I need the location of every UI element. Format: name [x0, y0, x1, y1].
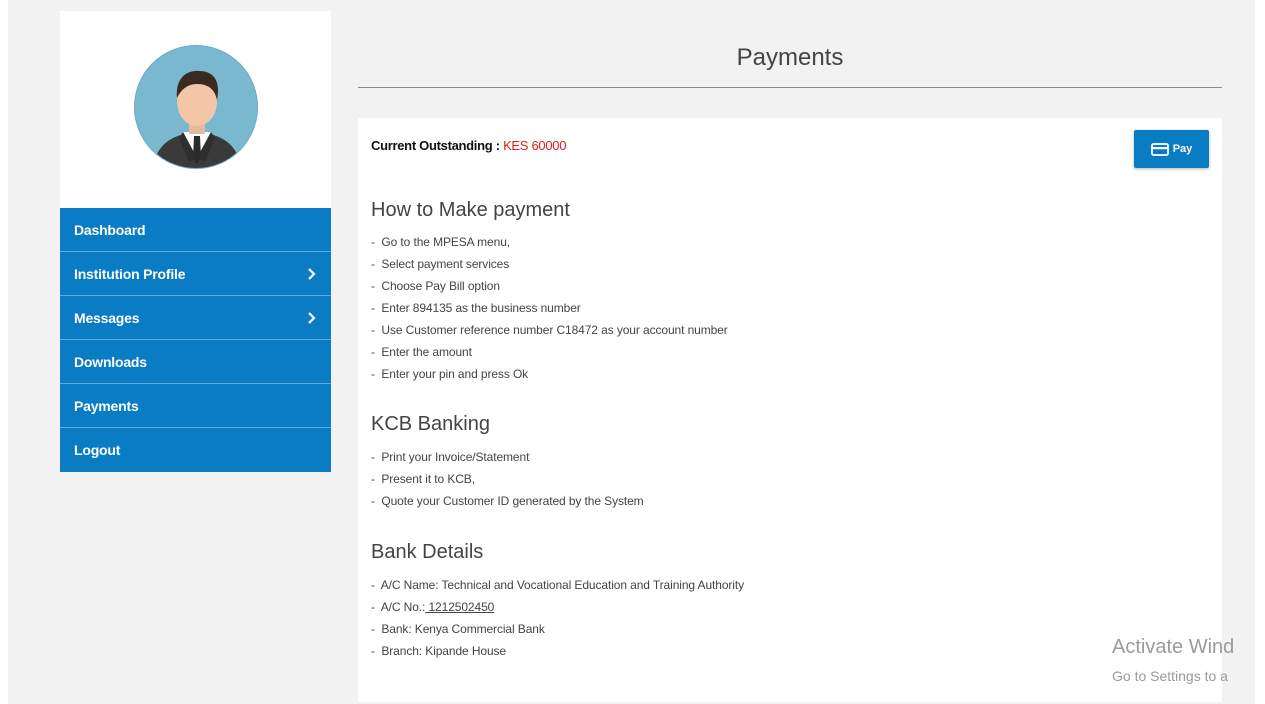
sidebar-item-downloads[interactable]: Downloads [60, 340, 331, 384]
list-item: Enter the amount [371, 341, 728, 363]
outstanding-label: Current Outstanding : [371, 138, 500, 153]
bank-name: Bank: Kenya Commercial Bank [371, 618, 744, 640]
list-item: Go to the MPESA menu, [371, 231, 728, 253]
account-name: A/C Name: Technical and Vocational Educa… [371, 574, 744, 596]
list-item: Present it to KCB, [371, 468, 644, 490]
page-title: Payments [736, 44, 844, 71]
kcb-steps: Print your Invoice/Statement Present it … [371, 446, 644, 512]
credit-card-icon [1150, 142, 1169, 156]
sidebar-nav: Dashboard Institution Profile Messages D… [60, 208, 331, 472]
list-item: Enter your pin and press Ok [371, 363, 728, 385]
list-item: Use Customer reference number C18472 as … [371, 319, 727, 341]
sidebar-item-payments[interactable]: Payments [60, 384, 331, 428]
sidebar-item-label: Institution Profile [74, 265, 186, 282]
current-outstanding: Current Outstanding : KES 60000 [371, 138, 566, 153]
account-number-value: 1212502450 [425, 600, 495, 614]
user-avatar-icon [134, 45, 258, 169]
pay-button[interactable]: Pay [1134, 130, 1209, 168]
chevron-right-icon [308, 311, 316, 324]
mpesa-steps: Go to the MPESA menu, Select payment ser… [371, 231, 728, 385]
account-number: A/C No.: 1212502450 [371, 596, 744, 618]
sidebar-item-institution-profile[interactable]: Institution Profile [60, 252, 331, 296]
list-item: Choose Pay Bill option [371, 275, 728, 297]
sidebar-item-label: Dashboard [74, 221, 146, 238]
profile-box [60, 11, 331, 208]
sidebar: Dashboard Institution Profile Messages D… [60, 11, 331, 472]
sidebar-item-logout[interactable]: Logout [60, 428, 331, 472]
bank-section-title: Bank Details [371, 541, 484, 563]
payment-card: Current Outstanding : KES 60000 Pay How … [358, 118, 1222, 702]
bank-details: A/C Name: Technical and Vocational Educa… [371, 574, 744, 662]
list-item: Print your Invoice/Statement [371, 446, 644, 468]
sidebar-item-label: Messages [74, 309, 140, 326]
kcb-section-title: KCB Banking [371, 413, 490, 435]
sidebar-item-messages[interactable]: Messages [60, 296, 331, 340]
list-item: Quote your Customer ID generated by the … [371, 490, 643, 512]
list-item: Select payment services [371, 253, 728, 275]
activate-windows-watermark: Activate Wind [1112, 636, 1235, 658]
sidebar-item-label: Logout [74, 442, 121, 458]
pay-button-label: Pay [1172, 143, 1193, 155]
activate-windows-subtext: Go to Settings to a [1112, 668, 1228, 684]
branch-name: Branch: Kipande House [371, 640, 744, 662]
outstanding-amount: KES 60000 [503, 138, 567, 153]
sidebar-item-label: Payments [74, 397, 139, 414]
chevron-right-icon [308, 267, 316, 280]
list-item: Enter 894135 as the business number [371, 297, 728, 319]
sidebar-item-dashboard[interactable]: Dashboard [60, 208, 331, 252]
mpesa-section-title: How to Make payment [371, 199, 570, 221]
account-number-label: A/C No.: [380, 600, 426, 614]
title-divider [358, 87, 1222, 88]
sidebar-item-label: Downloads [74, 353, 147, 370]
